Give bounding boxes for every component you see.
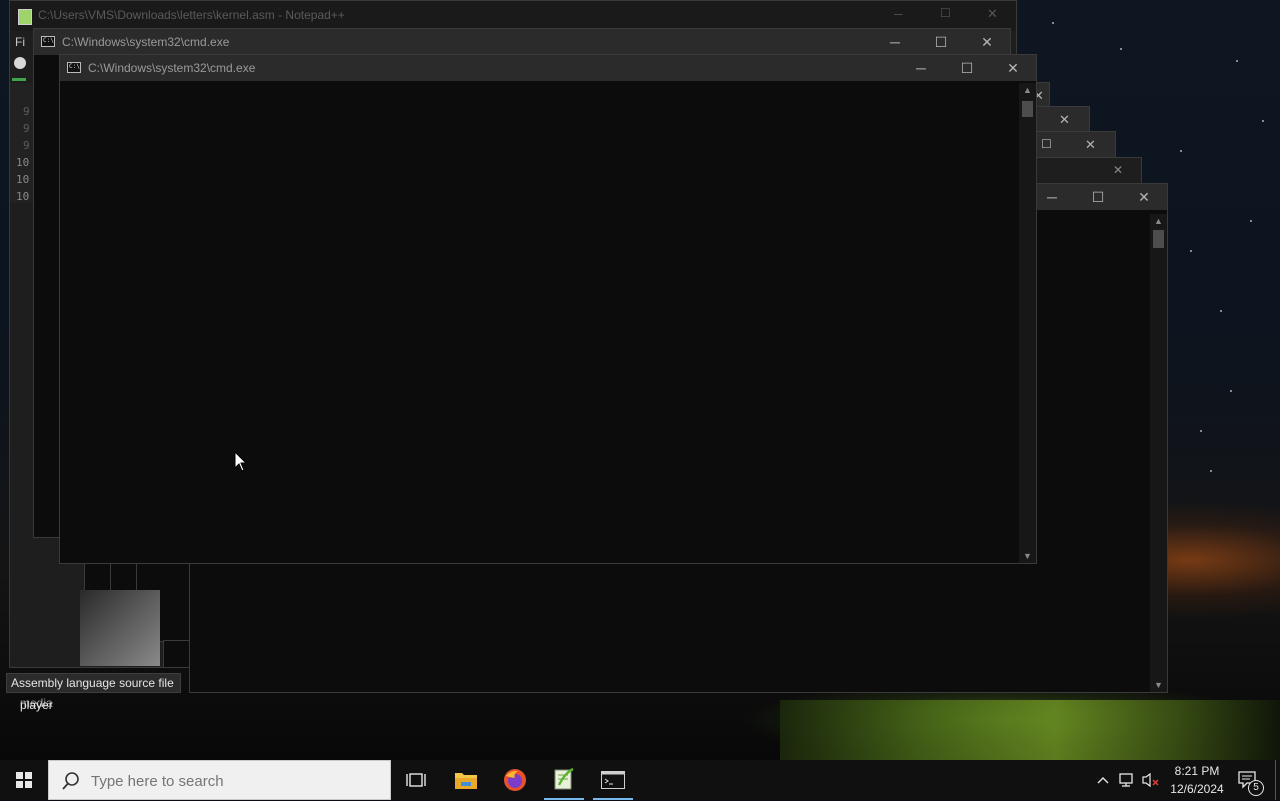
search-input[interactable]	[89, 761, 383, 801]
console-area[interactable]	[60, 83, 1019, 563]
close-icon[interactable]: ✕	[1059, 112, 1070, 128]
notepad-gutter: 9 9 9 10 10 10	[10, 83, 34, 203]
tooltip: Assembly language source file	[6, 673, 181, 693]
line-number: 10	[16, 156, 30, 169]
command-prompt-icon	[601, 771, 625, 789]
volume-muted-icon	[1142, 772, 1159, 788]
star	[1250, 220, 1252, 222]
taskbar: 8:21 PM 12/6/2024 5	[0, 760, 1280, 801]
show-hidden-icons-button[interactable]	[1092, 760, 1114, 800]
notepad-app-icon	[18, 9, 32, 25]
cmd-front-titlebar[interactable]: C:\ C:\Windows\system32\cmd.exe ─ ☐ ✕	[60, 55, 1036, 81]
taskbar-file-explorer[interactable]	[442, 760, 490, 800]
scroll-up-arrow[interactable]: ▲	[1019, 85, 1036, 95]
scroll-thumb[interactable]	[1022, 101, 1033, 117]
scroll-down-arrow[interactable]: ▼	[1019, 551, 1036, 561]
scroll-thumb[interactable]	[1153, 230, 1164, 248]
window-shadow	[80, 590, 160, 666]
notepad-tab-indicator	[12, 78, 26, 81]
show-desktop-button[interactable]	[1275, 760, 1280, 800]
star	[1236, 60, 1238, 62]
star	[1180, 150, 1182, 152]
notepad-toolbar-icon[interactable]	[14, 57, 26, 69]
star	[1052, 22, 1054, 24]
notepad-maximize-button[interactable]: ☐	[940, 6, 951, 20]
line-number: 10	[16, 173, 30, 186]
close-button[interactable]: ✕	[964, 29, 1010, 55]
windows-logo-icon	[16, 772, 32, 788]
star	[1210, 470, 1212, 472]
notepad-close-button[interactable]: ✕	[987, 6, 998, 22]
star	[1230, 390, 1232, 392]
close-icon[interactable]: ✕	[1113, 163, 1123, 177]
notification-count-badge: 5	[1248, 780, 1264, 796]
notepad-title: C:\Users\VMS\Downloads\letters\kernel.as…	[38, 8, 345, 22]
close-icon[interactable]: ✕	[1085, 137, 1096, 153]
cmd-front-title: C:\Windows\system32\cmd.exe	[88, 61, 256, 75]
network-button[interactable]	[1116, 760, 1138, 800]
grass-field	[780, 700, 1280, 760]
cmd-back-title: C:\Windows\system32\cmd.exe	[62, 35, 230, 49]
taskbar-notepad-plus-plus[interactable]	[540, 760, 588, 800]
taskbar-command-prompt[interactable]	[589, 760, 637, 800]
cmd-icon: C:\	[67, 62, 81, 73]
desktop-icon-label: player	[20, 698, 53, 712]
notepad-menu-file[interactable]: Fi	[15, 35, 25, 49]
mouse-cursor-icon	[234, 451, 248, 472]
action-center-button[interactable]: 5	[1232, 760, 1272, 800]
line-number: 9	[23, 139, 30, 152]
scroll-down-arrow[interactable]: ▼	[1150, 680, 1167, 690]
clock-time: 8:21 PM	[1174, 764, 1220, 778]
taskbar-firefox[interactable]	[491, 760, 539, 800]
volume-button[interactable]	[1140, 760, 1162, 800]
star	[1220, 310, 1222, 312]
close-button[interactable]: ✕	[1121, 184, 1167, 210]
folder-icon	[455, 773, 477, 789]
star	[1120, 48, 1122, 50]
cmd-icon: C:\	[41, 36, 55, 47]
cmd-window-front[interactable]: C:\ C:\Windows\system32\cmd.exe ─ ☐ ✕ ▲ …	[59, 54, 1037, 564]
maximize-button[interactable]: ☐	[918, 29, 964, 55]
maximize-button[interactable]: ☐	[944, 55, 990, 81]
minimize-button[interactable]: ─	[898, 55, 944, 81]
star	[1262, 120, 1264, 122]
start-button[interactable]	[0, 760, 48, 800]
maximize-icon[interactable]: ☐	[1041, 137, 1052, 151]
vertical-scrollbar[interactable]: ▲ ▼	[1150, 214, 1167, 692]
line-number: 9	[23, 122, 30, 135]
tooltip-text: Assembly language source file	[11, 676, 174, 690]
chevron-up-icon	[1097, 777, 1109, 784]
network-icon	[1119, 773, 1133, 787]
clock[interactable]: 8:21 PM 12/6/2024	[1166, 760, 1228, 800]
line-number: 9	[23, 105, 30, 118]
cmd-window-stack[interactable]	[163, 640, 190, 668]
vertical-scrollbar[interactable]: ▲ ▼	[1019, 83, 1036, 563]
search-icon	[62, 772, 79, 790]
notepad-plus-plus-icon	[554, 767, 574, 790]
star	[1190, 250, 1192, 252]
task-view-icon	[406, 773, 426, 787]
search-box[interactable]	[48, 760, 391, 801]
star	[1200, 430, 1202, 432]
minimize-button[interactable]: ─	[872, 29, 918, 55]
scroll-up-arrow[interactable]: ▲	[1150, 216, 1167, 226]
notepad-minimize-button[interactable]: ─	[894, 7, 903, 21]
notepad-titlebar[interactable]: C:\Users\VMS\Downloads\letters\kernel.as…	[10, 1, 1016, 31]
close-button[interactable]: ✕	[990, 55, 1036, 81]
firefox-icon	[504, 769, 526, 791]
cmd-back-titlebar[interactable]: C:\ C:\Windows\system32\cmd.exe ─ ☐ ✕	[34, 29, 1010, 55]
clock-date: 12/6/2024	[1170, 782, 1224, 796]
task-view-button[interactable]	[392, 760, 440, 800]
maximize-button[interactable]: ☐	[1075, 184, 1121, 210]
line-number: 10	[16, 190, 30, 203]
